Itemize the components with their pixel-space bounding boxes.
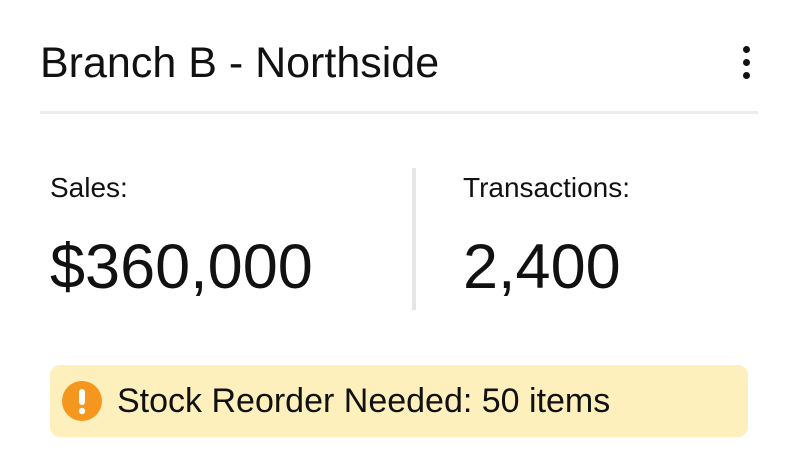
- transactions-label: Transactions:: [463, 172, 631, 203]
- sales-metric: Sales: $360,000: [50, 170, 313, 303]
- card-header: Branch B - Northside: [40, 0, 758, 114]
- exclamation-circle-icon: [62, 381, 102, 421]
- sales-label: Sales:: [50, 172, 128, 203]
- more-vertical-icon-dot: [742, 71, 750, 79]
- stock-reorder-alert: Stock Reorder Needed: 50 items: [50, 365, 748, 437]
- transactions-metric: Transactions: 2,400: [463, 170, 630, 303]
- alert-text: Stock Reorder Needed: 50 items: [117, 382, 611, 420]
- transactions-value: 2,400: [463, 232, 621, 302]
- sales-value: $360,000: [50, 232, 313, 302]
- more-vertical-icon: [742, 45, 750, 53]
- metric-divider: [412, 168, 416, 310]
- card-title: Branch B - Northside: [40, 39, 440, 87]
- more-vertical-icon-dot: [742, 58, 750, 66]
- branch-card: Branch B - Northside Sales: $360,000 Tra…: [0, 0, 797, 473]
- more-options-button[interactable]: [734, 42, 758, 82]
